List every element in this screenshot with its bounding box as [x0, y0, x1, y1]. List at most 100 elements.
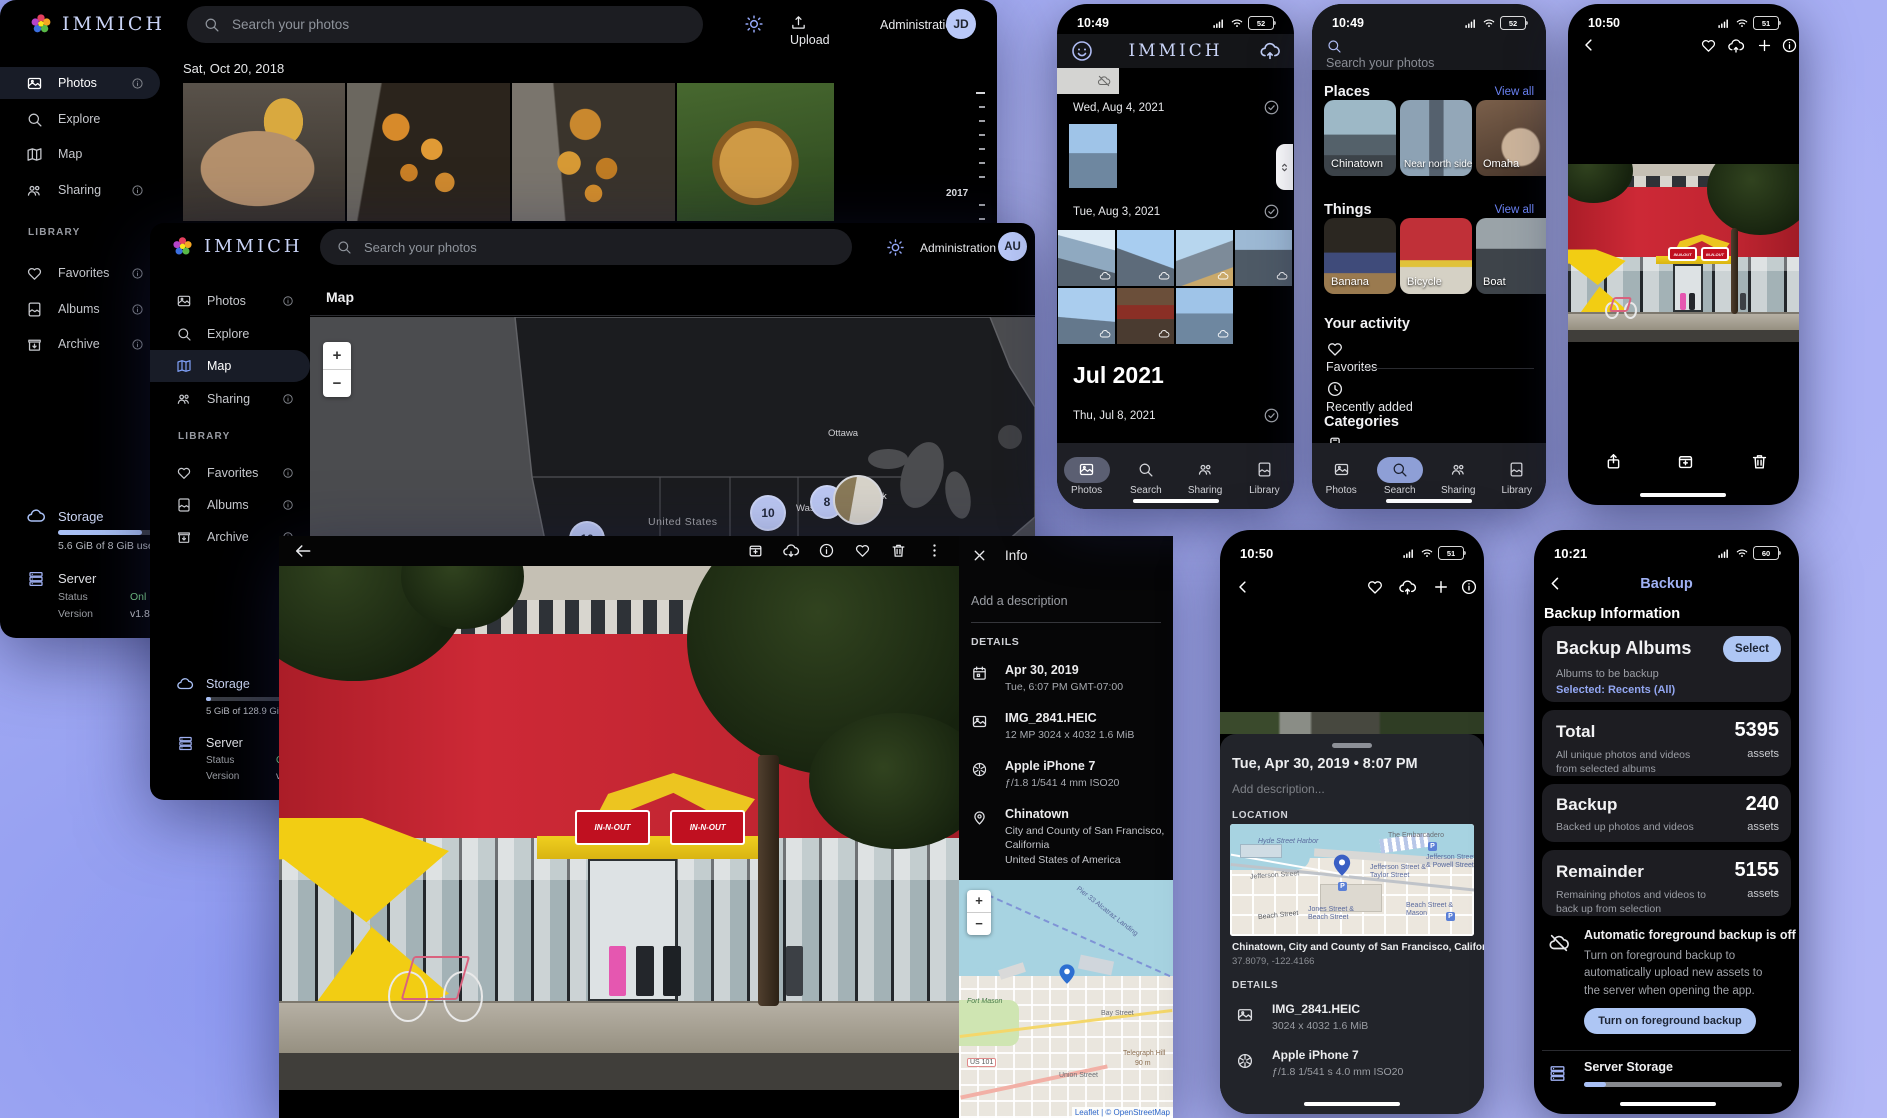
trash-icon[interactable] [1750, 452, 1769, 471]
add-description-field[interactable]: Add description... [1232, 782, 1325, 796]
photo-innout-mobile[interactable]: IN-N-OUT IN-N-OUT [1568, 164, 1799, 342]
back-chevron-icon[interactable] [1580, 36, 1598, 54]
kebab-menu-icon[interactable] [926, 542, 943, 559]
info-icon[interactable] [131, 303, 144, 316]
map-cluster-marker[interactable]: 10 [750, 495, 786, 531]
nav-item-sharing[interactable]: Sharing [1176, 457, 1235, 496]
info-mini-map[interactable]: Fort Mason Bay Street Union Street Teleg… [959, 880, 1173, 1118]
theme-toggle-sun-icon[interactable] [744, 14, 764, 34]
map-photo-marker[interactable] [833, 475, 883, 525]
place-card-near-north-side[interactable]: Near north side [1400, 100, 1472, 176]
sidebar-item-explore[interactable]: Explore [150, 318, 310, 350]
sidebar-item-favorites[interactable]: Favorites [150, 457, 310, 489]
sidebar-item-archive[interactable]: Archive [0, 328, 160, 360]
photo-thumbnail[interactable] [1235, 230, 1292, 286]
plus-icon[interactable] [1756, 37, 1773, 54]
photo-thumbnail[interactable] [1117, 288, 1174, 344]
archive-add-icon[interactable] [1676, 452, 1695, 471]
location-map[interactable]: Hyde Street Harbor The Embarcadero Jeffe… [1230, 824, 1474, 936]
photo-thumbnail-partial[interactable] [1057, 68, 1119, 94]
thing-card-bicycle[interactable]: Bicycle [1400, 218, 1472, 294]
cloud-download-icon[interactable] [782, 542, 800, 560]
heart-icon[interactable] [1700, 37, 1717, 54]
info-icon[interactable] [282, 295, 294, 307]
sidebar-item-favorites[interactable]: Favorites [0, 257, 160, 289]
nav-item-search[interactable]: Search [1371, 457, 1430, 496]
select-check-icon[interactable] [1263, 99, 1280, 116]
share-icon[interactable] [1604, 452, 1623, 471]
heart-icon[interactable] [854, 542, 871, 559]
zoom-out-button[interactable]: − [323, 370, 351, 397]
sheet-drag-handle[interactable] [1332, 743, 1372, 748]
info-icon[interactable] [131, 267, 144, 280]
info-icon[interactable] [1460, 578, 1478, 596]
photo-thumbnail[interactable] [1058, 288, 1115, 344]
things-view-all-link[interactable]: View all [1495, 204, 1534, 216]
close-icon[interactable] [971, 547, 988, 564]
search-input[interactable]: Search your photos [187, 6, 703, 43]
thing-card-banana[interactable]: Banana [1324, 218, 1396, 294]
nav-item-sharing[interactable]: Sharing [1429, 457, 1488, 496]
cloud-upload-icon[interactable] [1727, 37, 1745, 55]
administration-link[interactable]: Administration [920, 241, 996, 255]
zoom-in-button[interactable]: + [323, 342, 351, 370]
photo-sliver[interactable] [1220, 712, 1484, 734]
map-zoom-control[interactable]: + − [967, 890, 991, 935]
trash-icon[interactable] [890, 542, 907, 559]
backup-cloud-icon[interactable] [1259, 40, 1281, 62]
nav-item-search[interactable]: Search [1116, 457, 1175, 496]
add-description-field[interactable]: Add a description [971, 594, 1068, 608]
photo-thumbnail[interactable] [1176, 288, 1233, 344]
plus-icon[interactable] [1432, 578, 1450, 596]
photo-innout-large[interactable]: IN-N-OUT IN-N-OUT [279, 566, 959, 1090]
photo-thumbnail[interactable] [1176, 230, 1233, 286]
nav-item-library[interactable]: Library [1235, 457, 1294, 496]
turn-on-foreground-backup-button[interactable]: Turn on foreground backup [1584, 1008, 1756, 1034]
theme-toggle-sun-icon[interactable] [886, 238, 905, 257]
photo-thumbnail-mushroom-4[interactable] [677, 83, 834, 221]
map-attribution[interactable]: Leaflet | © OpenStreetMap [1072, 1107, 1173, 1118]
photo-thumbnail-mushroom-3[interactable] [512, 83, 675, 221]
photo-thumbnail[interactable] [1117, 230, 1174, 286]
nav-item-library[interactable]: Library [1488, 457, 1547, 496]
archive-icon[interactable] [747, 542, 764, 559]
select-check-icon[interactable] [1263, 203, 1280, 220]
photo-thumbnail[interactable] [1069, 124, 1117, 188]
sidebar-item-sharing[interactable]: Sharing [150, 383, 310, 415]
sidebar-item-explore[interactable]: Explore [0, 103, 160, 135]
sidebar-item-map[interactable]: Map [0, 138, 160, 170]
sidebar-item-photos[interactable]: Photos [150, 285, 310, 317]
zoom-out-button[interactable]: − [967, 913, 991, 935]
select-check-icon[interactable] [1263, 407, 1280, 424]
sidebar-item-albums[interactable]: Albums [0, 293, 160, 325]
info-icon[interactable] [282, 467, 294, 479]
info-icon[interactable] [818, 542, 835, 559]
info-icon[interactable] [282, 393, 294, 405]
sidebar-item-map-active[interactable]: Map [150, 350, 310, 382]
nav-item-photos[interactable]: Photos [1057, 457, 1116, 496]
info-icon[interactable] [1781, 37, 1798, 54]
place-card-omaha[interactable]: Omaha [1476, 100, 1546, 176]
sidebar-item-photos[interactable]: Photos [0, 67, 160, 99]
places-view-all-link[interactable]: View all [1495, 86, 1534, 98]
zoom-in-button[interactable]: + [967, 890, 991, 913]
photo-thumbnail-mushroom-1[interactable] [183, 83, 345, 221]
map-zoom-control[interactable]: + − [323, 342, 351, 397]
favorites-row[interactable]: Favorites [1326, 340, 1377, 376]
photo-thumbnail[interactable] [1058, 230, 1115, 286]
info-icon[interactable] [131, 184, 144, 197]
nav-item-photos[interactable]: Photos [1312, 457, 1371, 496]
timeline-scrub-handle[interactable] [1276, 144, 1293, 190]
back-chevron-icon[interactable] [1234, 578, 1252, 596]
sidebar-item-albums[interactable]: Albums [150, 489, 310, 521]
place-card-chinatown[interactable]: Chinatown [1324, 100, 1396, 176]
search-input[interactable]: Search your photos [320, 229, 852, 265]
photo-thumbnail-mushroom-2[interactable] [347, 83, 510, 221]
info-icon[interactable] [131, 338, 144, 351]
thing-card-boat[interactable]: Boat [1476, 218, 1546, 294]
sidebar-item-sharing[interactable]: Sharing [0, 174, 160, 206]
user-avatar[interactable]: AU [998, 232, 1027, 261]
back-arrow-icon[interactable] [293, 541, 313, 561]
recently-added-row[interactable]: Recently added [1326, 380, 1413, 416]
search-input[interactable]: Search your photos [1326, 38, 1434, 72]
